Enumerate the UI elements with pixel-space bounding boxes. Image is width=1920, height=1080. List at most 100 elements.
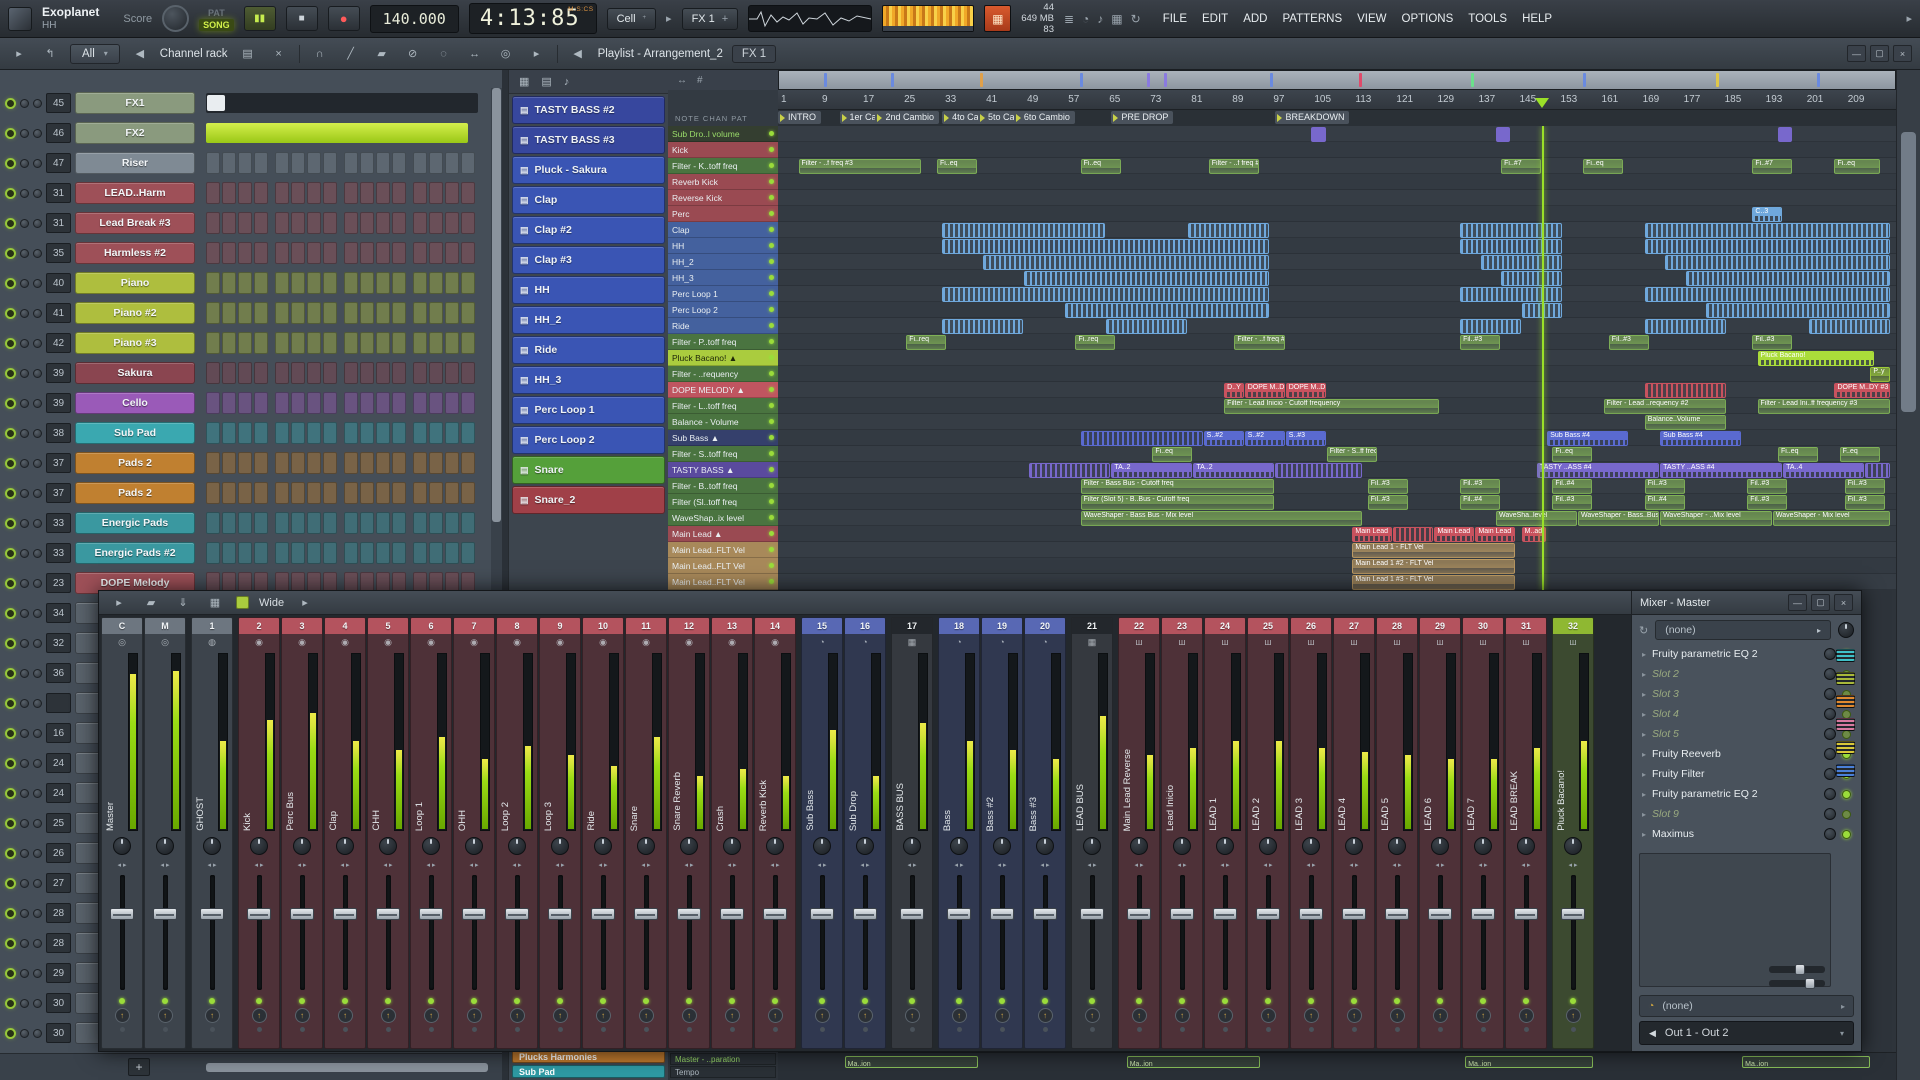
channel-rack-hscrollbar[interactable]	[206, 1063, 488, 1072]
track-name-button[interactable]: Filter - S..toff freq	[668, 446, 778, 462]
output-routing-selector[interactable]: ◀ Out 1 - Out 2 ▾	[1639, 1021, 1854, 1045]
fx-slot[interactable]: ▸Slot 9	[1636, 804, 1857, 824]
channel-mute-led[interactable]	[5, 398, 16, 409]
channel-volume-knob[interactable]	[33, 1029, 42, 1038]
record-arm-dot[interactable]	[1266, 1027, 1271, 1032]
channel-mute-led[interactable]	[5, 428, 16, 439]
step-cell[interactable]	[392, 512, 406, 534]
pattern-item[interactable]: ▤Perc Loop 1	[512, 396, 665, 424]
pan-knob[interactable]	[1388, 837, 1406, 855]
step-cell[interactable]	[445, 272, 459, 294]
record-arm-dot[interactable]	[1481, 1027, 1486, 1032]
pattern-clip[interactable]	[1809, 319, 1890, 334]
step-cell[interactable]	[413, 452, 427, 474]
playlist-clip-area[interactable]: Filter - ..f freq #3Fi..eqFi..eqFilter -…	[778, 126, 1896, 590]
pattern-clip[interactable]: TA..4	[1783, 463, 1864, 478]
step-cell[interactable]	[429, 272, 443, 294]
strip-enable-led[interactable]	[686, 998, 692, 1004]
step-cell[interactable]	[307, 182, 321, 204]
channel-button[interactable]: FX2	[75, 122, 195, 144]
track-mute-led[interactable]	[769, 467, 774, 472]
record-arm-dot[interactable]	[687, 1027, 692, 1032]
channel-volume-knob[interactable]	[33, 849, 42, 858]
record-arm-dot[interactable]	[386, 1027, 391, 1032]
fader-handle[interactable]	[677, 908, 701, 920]
automation-clip[interactable]: Fil..#3	[1368, 479, 1408, 494]
track-name-button[interactable]: HH_2	[668, 254, 778, 270]
step-cell[interactable]	[461, 272, 475, 294]
record-arm-dot[interactable]	[1309, 1027, 1314, 1032]
step-cell[interactable]	[429, 182, 443, 204]
channel-pan-knob[interactable]	[20, 639, 29, 648]
step-cell[interactable]	[376, 452, 390, 474]
track-name-button[interactable]: Perc Loop 1	[668, 286, 778, 302]
volume-fader[interactable]	[669, 871, 709, 994]
pattern-clip[interactable]	[1065, 303, 1269, 318]
pan-knob[interactable]	[551, 837, 569, 855]
volume-fader[interactable]	[1377, 871, 1417, 994]
fader-handle[interactable]	[720, 908, 744, 920]
volume-fader[interactable]	[411, 871, 451, 994]
pattern-clip[interactable]: Main Lead	[1475, 527, 1515, 542]
pattern-clip[interactable]: Sub Bass #4	[1660, 431, 1741, 446]
pattern-clip[interactable]	[942, 239, 1269, 254]
channel-mute-led[interactable]	[5, 728, 16, 739]
step-cell[interactable]	[445, 182, 459, 204]
strip-enable-led[interactable]	[909, 998, 915, 1004]
pan-knob[interactable]	[293, 837, 311, 855]
slider-handle[interactable]	[1795, 964, 1805, 975]
automation-clip[interactable]: WaveShaper - Bass Bus - Mix level	[1081, 511, 1362, 526]
channel-button[interactable]: Lead Break #3	[75, 212, 195, 234]
automation-clip[interactable]: Fi..req	[906, 335, 946, 350]
volume-fader[interactable]	[845, 871, 885, 994]
track-lane[interactable]	[778, 126, 1896, 142]
fader-handle[interactable]	[1385, 908, 1409, 920]
pan-knob[interactable]	[1216, 837, 1234, 855]
volume-fader[interactable]	[282, 871, 322, 994]
track-mute-led[interactable]	[769, 243, 774, 248]
fx-slot-mix-knob[interactable]	[1824, 768, 1836, 780]
strip-enable-led[interactable]	[999, 998, 1005, 1004]
strip-enable-led[interactable]	[514, 998, 520, 1004]
fx-plugin-thumbnail[interactable]	[1836, 764, 1855, 777]
fx-slot-mix-knob[interactable]	[1824, 688, 1836, 700]
channel-volume-knob[interactable]	[33, 579, 42, 588]
step-cell[interactable]	[275, 332, 289, 354]
step-cell[interactable]	[392, 482, 406, 504]
volume-fader[interactable]	[239, 871, 279, 994]
strip-enable-led[interactable]	[299, 998, 305, 1004]
step-cell[interactable]	[291, 542, 305, 564]
oscilloscope[interactable]	[748, 5, 872, 32]
step-cell[interactable]	[392, 272, 406, 294]
channel-filter-dropdown[interactable]: All ▾	[70, 44, 120, 64]
step-cell[interactable]	[275, 482, 289, 504]
channel-pan-knob[interactable]	[20, 369, 29, 378]
step-cell[interactable]	[254, 482, 268, 504]
record-arm-dot[interactable]	[1090, 1027, 1095, 1032]
track-mute-led[interactable]	[769, 291, 774, 296]
channel-volume-knob[interactable]	[33, 759, 42, 768]
mixer-strip[interactable]: 6◉Loop 1◂ ▸↑	[410, 617, 452, 1049]
pattern-clip[interactable]: S..#2	[1245, 431, 1285, 446]
step-cell[interactable]	[254, 422, 268, 444]
fader-handle[interactable]	[153, 908, 177, 920]
channel-pan-knob[interactable]	[20, 399, 29, 408]
mixer-strip[interactable]: 24шLEAD 1◂ ▸↑	[1204, 617, 1246, 1049]
track-lane[interactable]	[778, 526, 1896, 542]
channel-volume-knob[interactable]	[33, 429, 42, 438]
track-mute-led[interactable]	[769, 307, 774, 312]
track-name-button[interactable]: HH	[668, 238, 778, 254]
step-cell[interactable]	[323, 362, 337, 384]
strip-enable-led[interactable]	[1523, 998, 1529, 1004]
strip-enable-led[interactable]	[119, 998, 125, 1004]
step-cell[interactable]	[307, 302, 321, 324]
track-name-button[interactable]: Filter - K..toff freq	[668, 158, 778, 174]
pan-knob[interactable]	[379, 837, 397, 855]
automation-clip[interactable]: Fil..#3	[1752, 335, 1792, 350]
typing-keyboard-icon[interactable]: ≣	[1064, 12, 1074, 26]
pattern-clip[interactable]: TASTY ..ASS #4	[1537, 463, 1659, 478]
step-cell[interactable]	[360, 392, 374, 414]
channel-volume-knob[interactable]	[33, 999, 42, 1008]
channel-mute-led[interactable]	[5, 848, 16, 859]
step-cell[interactable]	[413, 542, 427, 564]
